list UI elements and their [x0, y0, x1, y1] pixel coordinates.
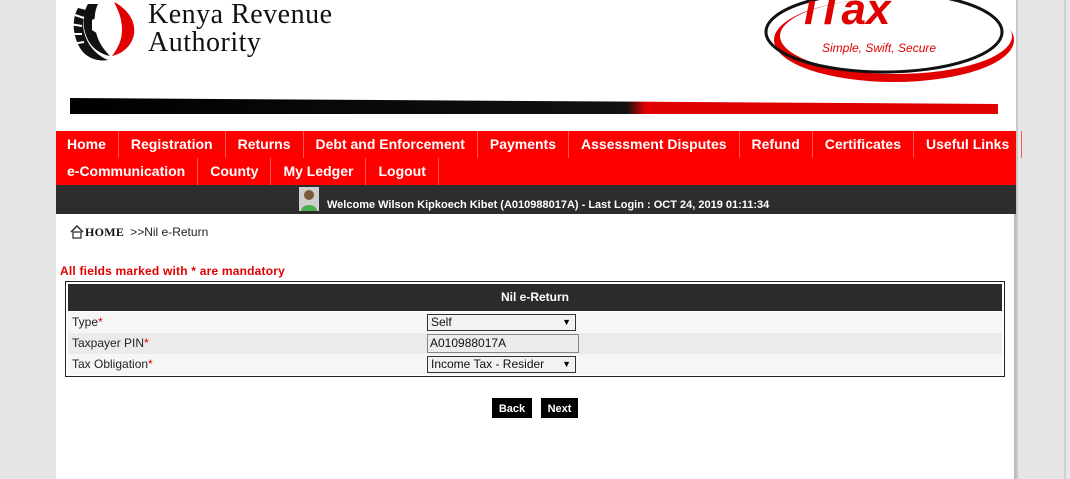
- nav-item-registration[interactable]: Registration: [119, 131, 226, 158]
- form-title: Nil e-Return: [68, 284, 1002, 311]
- mandatory-note: All fields marked with * are mandatory: [60, 264, 286, 278]
- nav-item-returns[interactable]: Returns: [226, 131, 304, 158]
- home-icon[interactable]: [70, 225, 84, 239]
- pin-label: Taxpayer PIN*: [72, 333, 149, 354]
- itax-brand-text: iTax: [804, 0, 892, 34]
- obligation-label-text: Tax Obligation: [72, 357, 149, 371]
- nav-item-useful-links[interactable]: Useful Links: [914, 131, 1023, 158]
- content-right-border: [1014, 214, 1016, 479]
- nav-item-payments[interactable]: Payments: [478, 131, 570, 158]
- kra-lion-logo-icon: [69, 0, 138, 61]
- itax-tagline: Simple, Swift, Secure: [822, 41, 936, 55]
- dropdown-arrow-icon: ▼: [562, 359, 571, 369]
- next-button[interactable]: Next: [541, 398, 578, 418]
- form-row-pin: Taxpayer PIN* A010988017A: [68, 333, 1002, 354]
- header: Kenya Revenue Authority iTax Simple, Swi…: [56, 0, 1016, 131]
- pin-label-text: Taxpayer PIN: [72, 336, 145, 350]
- nav-item-county[interactable]: County: [198, 158, 272, 185]
- nav-item-my-ledger[interactable]: My Ledger: [271, 158, 367, 185]
- required-marker: *: [148, 357, 153, 371]
- user-avatar-icon: [299, 187, 319, 211]
- kra-name: Kenya Revenue Authority: [148, 1, 333, 57]
- type-label: Type*: [72, 312, 103, 333]
- tax-obligation-select[interactable]: Income Tax - Resider ▼: [427, 356, 576, 373]
- nav-row-1: Home Registration Returns Debt and Enforcem…: [56, 131, 1023, 158]
- window-edge: [1064, 0, 1066, 479]
- nav-item-logout[interactable]: Logout: [366, 158, 439, 185]
- header-divider-bar: [70, 98, 998, 114]
- page-shadow-right: [1016, 0, 1018, 479]
- required-marker: *: [98, 315, 103, 329]
- type-select-value: Self: [431, 315, 452, 329]
- nav-item-refund[interactable]: Refund: [740, 131, 813, 158]
- nav-item-certificates[interactable]: Certificates: [813, 131, 915, 158]
- taxpayer-pin-field[interactable]: A010988017A: [427, 334, 579, 353]
- nav-item-home[interactable]: Home: [56, 131, 119, 158]
- main-nav: Home Registration Returns Debt and Enforcem…: [56, 131, 1023, 185]
- page-container: Kenya Revenue Authority iTax Simple, Swi…: [56, 0, 1023, 479]
- welcome-bar: Welcome Wilson Kipkoech Kibet (A01098801…: [56, 185, 1016, 214]
- nil-return-form: Nil e-Return Type* Self ▼ Taxpayer PIN* …: [65, 281, 1005, 377]
- dropdown-arrow-icon: ▼: [562, 317, 571, 327]
- breadcrumb-current: >>Nil e-Return: [130, 225, 209, 239]
- tax-obligation-value: Income Tax - Resider: [431, 357, 545, 371]
- breadcrumb-home-link[interactable]: HOME: [85, 225, 124, 240]
- kra-name-line2: Authority: [148, 27, 262, 58]
- form-row-obligation: Tax Obligation* Income Tax - Resider ▼: [68, 354, 1002, 375]
- itax-logo: iTax Simple, Swift, Secure: [764, 0, 1014, 82]
- required-marker: *: [144, 336, 149, 350]
- kra-name-line1: Kenya Revenue: [148, 0, 333, 30]
- nav-row-2: e-Communication County My Ledger Logout: [56, 158, 439, 185]
- nav-item-e-communication[interactable]: e-Communication: [56, 158, 199, 185]
- back-button[interactable]: Back: [492, 398, 532, 418]
- welcome-text: Welcome Wilson Kipkoech Kibet (A01098801…: [327, 199, 770, 211]
- form-row-type: Type* Self ▼: [68, 312, 1002, 333]
- type-select[interactable]: Self ▼: [427, 314, 576, 331]
- breadcrumb: HOME >>Nil e-Return: [70, 222, 208, 242]
- nav-item-debt-and-enforcement[interactable]: Debt and Enforcement: [304, 131, 478, 158]
- nav-item-assessment-disputes[interactable]: Assessment Disputes: [569, 131, 740, 158]
- obligation-label: Tax Obligation*: [72, 354, 153, 375]
- type-label-text: Type: [72, 315, 99, 329]
